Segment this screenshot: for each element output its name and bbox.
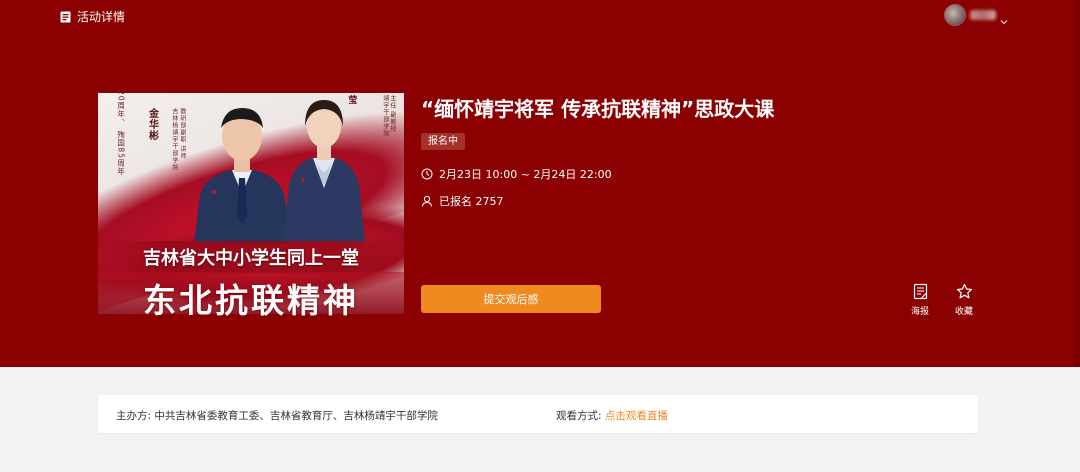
status-badge: 报名中 [421, 133, 465, 150]
poster-main-title: 东北抗联精神 [143, 281, 359, 320]
event-title: “缅怀靖宇将军 传承抗联精神”思政大课 [421, 97, 775, 121]
scroll-edge [1074, 0, 1080, 367]
poster-button-label: 海报 [910, 307, 929, 317]
poster-icon [913, 283, 927, 300]
poster-speaker1-title: 吉林杨靖宇干部学院 [170, 108, 178, 171]
watch-field: 观看方式: 点击观看直播 [556, 408, 668, 423]
poster-button[interactable]: 海报 [905, 283, 935, 317]
event-time: 2月23日 10:00 ~ 2月24日 22:00 [421, 166, 612, 182]
poster-speaker1-title: 教研部副职 讲师 [178, 108, 186, 160]
watch-live-link[interactable]: 点击观看直播 [605, 410, 668, 422]
poster-speaker2-title: 主任 副教授 [388, 95, 396, 133]
user-menu[interactable] [944, 4, 1008, 26]
organizer-label: 主办方: [116, 410, 152, 422]
poster-speaker2-title: 靖宇干部学院 [381, 95, 389, 137]
favorite-button-label: 收藏 [954, 307, 973, 317]
event-enrolled: 已报名 2757 [421, 193, 504, 209]
document-icon [60, 11, 71, 23]
chevron-down-icon[interactable] [1000, 11, 1008, 25]
organizer-field: 主办方: 中共吉林省委教育工委、吉林省教育厅、吉林杨靖宇干部学院 [116, 408, 438, 423]
user-icon [422, 195, 432, 207]
poster-side-years: 20周年、 殉国85周年 [116, 90, 126, 176]
event-time-text: 2月23日 10:00 ~ 2月24日 22:00 [439, 168, 612, 181]
event-details-card: 主办方: 中共吉林省委教育工委、吉林省教育厅、吉林杨靖宇干部学院 观看方式: 点… [98, 395, 978, 433]
poster-speaker2-name: 莹 [346, 95, 357, 105]
watch-label: 观看方式: [556, 410, 602, 422]
favorite-button[interactable]: 收藏 [949, 283, 979, 317]
poster-speaker1-name: 金华彬 [146, 108, 158, 141]
page-header: 活动详情 [60, 8, 125, 25]
page-title: 活动详情 [77, 10, 126, 24]
clock-icon [421, 168, 433, 180]
organizer-value: 中共吉林省委教育工委、吉林省教育厅、吉林杨靖宇干部学院 [154, 410, 438, 422]
username-blurred [970, 10, 996, 20]
star-icon [956, 283, 972, 299]
submit-review-button[interactable]: 提交观后感 [421, 285, 601, 313]
poster-subtitle: 吉林省大中小学生同上一堂 [143, 248, 359, 269]
speaker-photo-female [283, 100, 365, 242]
event-enrolled-text: 已报名 2757 [439, 195, 504, 208]
user-avatar[interactable] [944, 4, 966, 26]
